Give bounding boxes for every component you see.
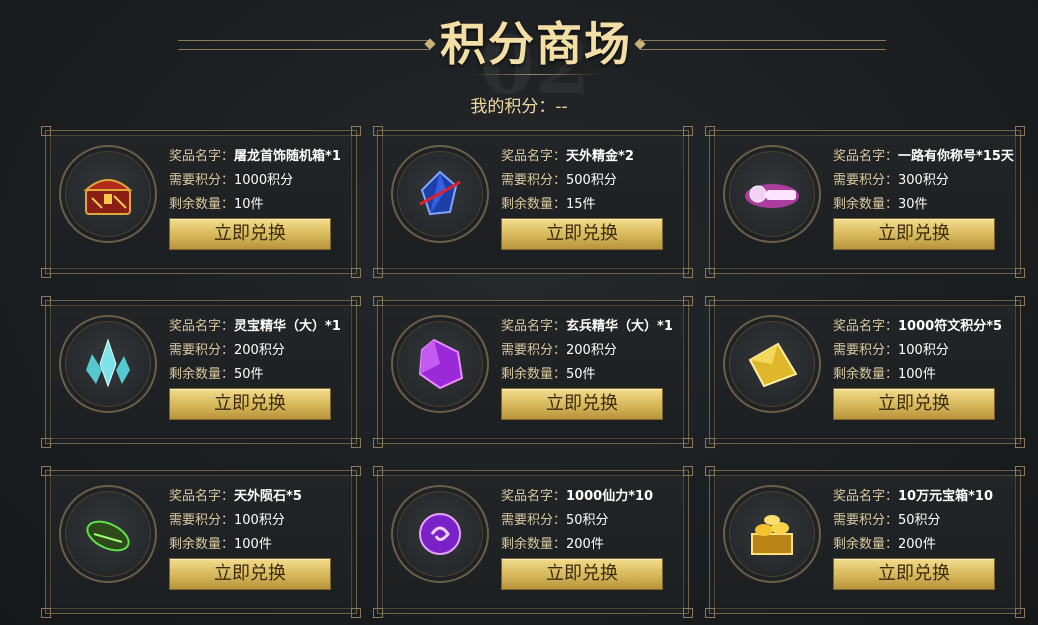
item-frame xyxy=(723,315,821,413)
prize-stock: 50件 xyxy=(566,367,596,382)
redeem-button[interactable]: 立即兑换 xyxy=(833,558,995,590)
cost-label: 需要积分： xyxy=(169,173,235,188)
gold-ingot-chest-icon xyxy=(751,515,793,555)
prize-name-label: 奖品名字： xyxy=(501,319,567,334)
redeem-button[interactable]: 立即兑换 xyxy=(169,388,331,420)
prize-name: 10万元宝箱*10 xyxy=(898,489,993,504)
prize-stock: 200件 xyxy=(898,537,936,552)
my-points-value: -- xyxy=(555,97,568,117)
prize-name: 灵宝精华（大）*1 xyxy=(234,319,341,334)
prize-name: 玄兵精华（大）*1 xyxy=(566,319,673,334)
cost-label: 需要积分： xyxy=(501,173,567,188)
title-divider-right xyxy=(640,40,886,50)
purple-gem-icon xyxy=(418,338,464,390)
prize-name-label: 奖品名字： xyxy=(833,489,899,504)
prize-name-label: 奖品名字： xyxy=(501,149,567,164)
prize-stock: 10件 xyxy=(234,197,264,212)
item-frame xyxy=(391,485,489,583)
prize-name-label: 奖品名字： xyxy=(833,149,899,164)
cost-label: 需要积分： xyxy=(833,343,899,358)
prize-name-label: 奖品名字： xyxy=(169,149,235,164)
page-header: 积分商场 xyxy=(0,0,1038,90)
redeem-button[interactable]: 立即兑换 xyxy=(833,388,995,420)
stock-label: 剩余数量： xyxy=(833,197,899,212)
prize-cost: 50积分 xyxy=(566,513,609,528)
prize-stock: 100件 xyxy=(898,367,936,382)
prize-name: 天外陨石*5 xyxy=(234,489,302,504)
stock-label: 剩余数量： xyxy=(169,537,235,552)
redeem-button[interactable]: 立即兑换 xyxy=(501,388,663,420)
item-frame xyxy=(59,315,157,413)
prize-card: 奖品名字：1000符文积分*5 需要积分：100积分 剩余数量：100件 立即兑… xyxy=(705,296,1025,448)
stock-label: 剩余数量： xyxy=(169,367,235,382)
redeem-button[interactable]: 立即兑换 xyxy=(833,218,995,250)
prize-cost: 300积分 xyxy=(898,173,949,188)
prize-card: 奖品名字：1000仙力*10 需要积分：50积分 剩余数量：200件 立即兑换 xyxy=(373,466,693,618)
gold-points-icon xyxy=(748,342,798,388)
prize-stock: 200件 xyxy=(566,537,604,552)
item-frame xyxy=(391,145,489,243)
cost-label: 需要积分： xyxy=(501,513,567,528)
my-points: 我的积分：-- xyxy=(0,92,1038,117)
item-frame xyxy=(391,315,489,413)
title-divider-left xyxy=(178,40,430,50)
item-frame xyxy=(723,485,821,583)
purple-orb-icon xyxy=(419,513,461,555)
cost-label: 需要积分： xyxy=(169,343,235,358)
ice-crystal-icon xyxy=(86,338,130,388)
prize-cost: 500积分 xyxy=(566,173,617,188)
prize-stock: 30件 xyxy=(898,197,928,212)
item-frame xyxy=(59,485,157,583)
prize-stock: 100件 xyxy=(234,537,272,552)
blue-crystal-icon xyxy=(419,170,461,216)
prize-name-label: 奖品名字： xyxy=(169,319,235,334)
prize-name: 天外精金*2 xyxy=(566,149,634,164)
stock-label: 剩余数量： xyxy=(833,367,899,382)
prize-card: 奖品名字：灵宝精华（大）*1 需要积分：200积分 剩余数量：50件 立即兑换 xyxy=(41,296,361,448)
treasure-chest-icon xyxy=(83,179,133,215)
prize-name: 1000符文积分*5 xyxy=(898,319,1003,334)
title-underline xyxy=(470,74,600,75)
stock-label: 剩余数量： xyxy=(501,367,567,382)
redeem-button[interactable]: 立即兑换 xyxy=(169,558,331,590)
stock-label: 剩余数量： xyxy=(833,537,899,552)
prize-card: 奖品名字：一路有你称号*15天 需要积分：300积分 剩余数量：30件 立即兑换 xyxy=(705,126,1025,278)
prize-name: 一路有你称号*15天 xyxy=(898,149,1014,164)
item-frame xyxy=(59,145,157,243)
redeem-button[interactable]: 立即兑换 xyxy=(501,218,663,250)
prize-stock: 15件 xyxy=(566,197,596,212)
prize-cost: 50积分 xyxy=(898,513,941,528)
cost-label: 需要积分： xyxy=(833,173,899,188)
cost-label: 需要积分： xyxy=(501,343,567,358)
prize-name-label: 奖品名字： xyxy=(833,319,899,334)
prize-cost: 100积分 xyxy=(898,343,949,358)
page-title: 积分商场 xyxy=(440,17,632,71)
cost-label: 需要积分： xyxy=(169,513,235,528)
stock-label: 剩余数量： xyxy=(501,537,567,552)
stock-label: 剩余数量： xyxy=(169,197,235,212)
cost-label: 需要积分： xyxy=(833,513,899,528)
prize-name-label: 奖品名字： xyxy=(169,489,235,504)
my-points-label: 我的积分： xyxy=(470,97,556,117)
prize-card: 奖品名字：玄兵精华（大）*1 需要积分：200积分 剩余数量：50件 立即兑换 xyxy=(373,296,693,448)
prize-card: 奖品名字：天外精金*2 需要积分：500积分 剩余数量：15件 立即兑换 xyxy=(373,126,693,278)
prize-cost: 100积分 xyxy=(234,513,285,528)
prize-card: 奖品名字：屠龙首饰随机箱*1 需要积分：1000积分 剩余数量：10件 立即兑换 xyxy=(41,126,361,278)
title-badge-icon xyxy=(745,184,799,208)
green-meteorite-icon xyxy=(86,520,130,552)
prize-stock: 50件 xyxy=(234,367,264,382)
item-frame xyxy=(723,145,821,243)
prize-name: 屠龙首饰随机箱*1 xyxy=(234,149,341,164)
prize-name: 1000仙力*10 xyxy=(566,489,654,504)
redeem-button[interactable]: 立即兑换 xyxy=(501,558,663,590)
prize-card: 奖品名字：10万元宝箱*10 需要积分：50积分 剩余数量：200件 立即兑换 xyxy=(705,466,1025,618)
prize-card: 奖品名字：天外陨石*5 需要积分：100积分 剩余数量：100件 立即兑换 xyxy=(41,466,361,618)
prize-cost: 200积分 xyxy=(234,343,285,358)
redeem-button[interactable]: 立即兑换 xyxy=(169,218,331,250)
prize-name-label: 奖品名字： xyxy=(501,489,567,504)
prize-cost: 1000积分 xyxy=(234,173,294,188)
prize-cost: 200积分 xyxy=(566,343,617,358)
stock-label: 剩余数量： xyxy=(501,197,567,212)
